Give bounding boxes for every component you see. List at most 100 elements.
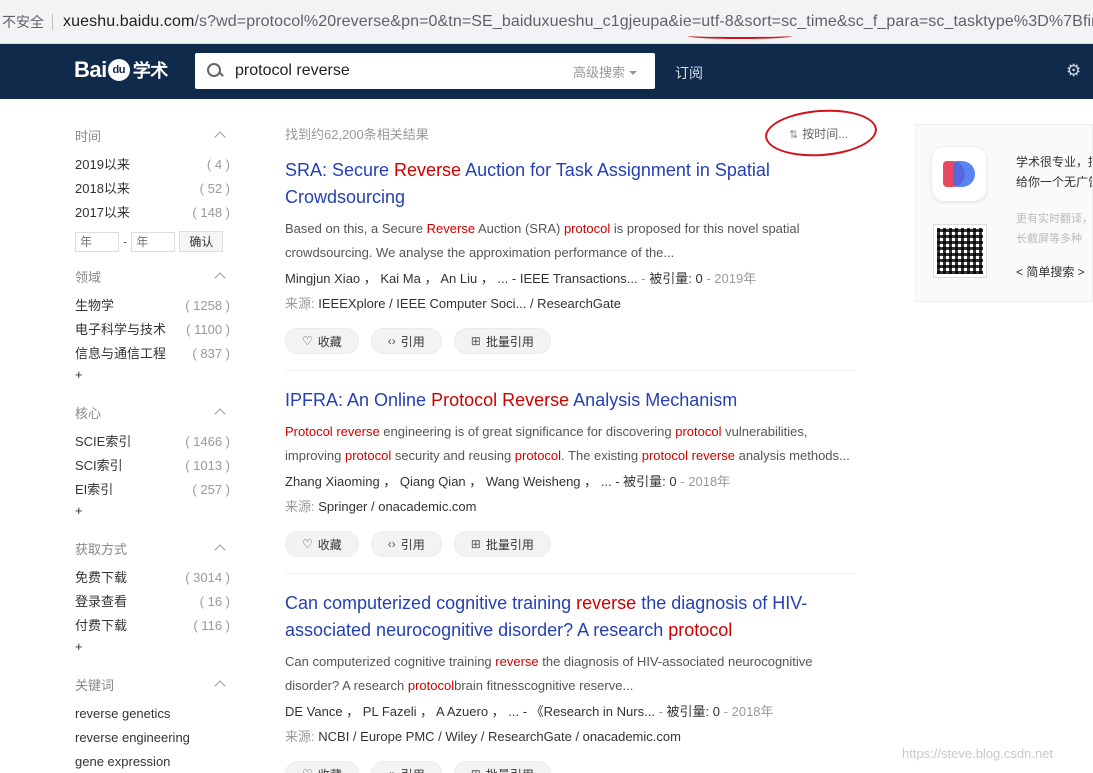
result-authors[interactable]: Zhang Xiaoming ， Qiang Qian ， Wang Weish… <box>285 474 620 489</box>
source-links[interactable]: NCBI / Europe PMC / Wiley / ResearchGate… <box>318 729 681 744</box>
filter-label: 电子科学与技术 <box>75 322 167 337</box>
chevron-up-icon[interactable] <box>214 544 226 556</box>
keyword-highlight: protocol <box>514 448 562 463</box>
filter-sidebar: 时间 2019以来 ( 4 ) 2018以来 ( 52 ) 2017以来 ( 148 … <box>75 125 230 773</box>
result-venue[interactable]: IEEE Transactions... <box>520 271 638 286</box>
year-to-input[interactable] <box>131 231 176 252</box>
filter-item[interactable]: 付费下载 ( 116 ) <box>75 614 230 638</box>
section-title-text: 获取方式 <box>75 541 128 557</box>
folder-plus-icon: ⊞ <box>471 767 481 773</box>
expand-more-button[interactable]: + <box>75 502 230 524</box>
section-title-text: 核心 <box>75 405 102 421</box>
keyword-highlight: Reverse <box>426 221 476 236</box>
url-text[interactable]: xueshu.baidu.com/s?wd=protocol%20reverse… <box>63 13 1093 31</box>
filter-item[interactable]: 电子科学与技术 ( 1100 ) <box>75 318 230 342</box>
filter-label: 2019以来 <box>75 157 130 172</box>
keyword-item[interactable]: reverse genetics <box>75 702 230 726</box>
cited-count[interactable]: 0 <box>669 474 676 489</box>
chevron-up-icon[interactable] <box>214 408 226 420</box>
filter-item[interactable]: 信息与通信工程 ( 837 ) <box>75 342 230 366</box>
filter-item[interactable]: SCI索引 ( 1013 ) <box>75 454 230 478</box>
filter-label: SCI索引 <box>75 458 123 473</box>
keyword-highlight: protocol <box>563 221 611 236</box>
filter-item[interactable]: EI索引 ( 257 ) <box>75 478 230 502</box>
annotation-circle <box>763 106 879 160</box>
filter-time: 时间 2019以来 ( 4 ) 2018以来 ( 52 ) 2017以来 ( 148 … <box>75 125 230 252</box>
filter-count: ( 257 ) <box>192 482 230 497</box>
text-segment: . The existing <box>561 448 642 463</box>
gear-icon[interactable]: ⚙ <box>1066 62 1082 79</box>
filter-item[interactable]: 免费下载 ( 3014 ) <box>75 566 230 590</box>
filter-label: 2017以来 <box>75 205 130 220</box>
keyword-highlight: Protocol <box>431 390 498 410</box>
filter-section-title[interactable]: 核心 <box>75 402 230 422</box>
batch-cite-button[interactable]: ⊞ 批量引用 <box>453 328 551 354</box>
filter-item[interactable]: 2018以来 ( 52 ) <box>75 177 230 201</box>
result-title[interactable]: IPFRA: An Online Protocol Reverse Analys… <box>285 387 855 414</box>
result-year: 2018年 <box>731 704 774 719</box>
filter-item[interactable]: 2017以来 ( 148 ) <box>75 201 230 225</box>
heart-icon: ♡ <box>302 767 313 773</box>
cited-count[interactable]: 0 <box>713 704 720 719</box>
insecure-label[interactable]: 不安全 <box>0 13 53 30</box>
result-actions: ♡ 收藏 ‹› 引用 ⊞ 批量引用 <box>285 531 855 557</box>
chevron-up-icon[interactable] <box>214 272 226 284</box>
filter-core: 核心 SCIE索引 ( 1466 ) SCI索引 ( 1013 ) EI索引 ( 25… <box>75 402 230 524</box>
source-links[interactable]: IEEEXplore / IEEE Computer Soci... / Res… <box>318 296 621 311</box>
baidu-xueshu-logo[interactable]: Bai du 学术 <box>74 57 168 83</box>
cite-button[interactable]: ‹› 引用 <box>370 328 442 354</box>
chevron-up-icon[interactable] <box>214 680 226 692</box>
subscribe-link[interactable]: 订阅 <box>675 63 703 83</box>
advanced-search-dropdown[interactable]: 高级搜索 <box>573 62 637 81</box>
result-authors[interactable]: DE Vance ， PL Fazeli ， A Azuero ， ... - <box>285 704 527 719</box>
result-year: 2018年 <box>688 474 731 489</box>
advanced-search-label: 高级搜索 <box>572 64 625 80</box>
cite-button[interactable]: ‹› 引用 <box>370 761 442 773</box>
cited-label: 被引量: <box>666 704 710 719</box>
collect-button[interactable]: ♡ 收藏 <box>285 328 359 354</box>
keyword-highlight: Reverse <box>394 160 462 180</box>
keyword-item[interactable]: gene expression <box>75 750 230 773</box>
batch-cite-button[interactable]: ⊞ 批量引用 <box>453 761 551 773</box>
result-authors[interactable]: Mingjun Xiao ， Kai Ma ， An Liu ， ... - <box>285 271 516 286</box>
filter-section-title[interactable]: 领域 <box>75 266 230 286</box>
meta-sep: - <box>641 271 646 286</box>
expand-more-button[interactable]: + <box>75 638 230 660</box>
filter-section-title[interactable]: 时间 <box>75 125 230 145</box>
text-segment: engineering is of great significance for… <box>379 424 676 439</box>
app-icon[interactable] <box>932 147 986 201</box>
filter-item[interactable]: 2019以来 ( 4 ) <box>75 153 230 177</box>
promo-line: 学术很专业，提 <box>1016 155 1093 169</box>
year-from-input[interactable] <box>75 231 119 252</box>
search-icon[interactable] <box>207 63 223 79</box>
filter-label: 生物学 <box>75 298 115 313</box>
filter-section-title[interactable]: 关键词 <box>75 674 230 694</box>
cite-button[interactable]: ‹› 引用 <box>370 531 442 557</box>
filter-item[interactable]: 生物学 ( 1258 ) <box>75 294 230 318</box>
source-links[interactable]: Springer / onacademic.com <box>318 499 476 514</box>
paw-icon: du <box>107 59 130 81</box>
result-title[interactable]: SRA: Secure Reverse Auction for Task Ass… <box>285 157 855 211</box>
result-meta: DE Vance ， PL Fazeli ， A Azuero ， ... - … <box>285 700 855 724</box>
keyword-item[interactable]: reverse engineering <box>75 726 230 750</box>
browser-address-bar[interactable]: 不安全 xueshu.baidu.com/s?wd=protocol%20rev… <box>0 0 1093 44</box>
simple-search-link[interactable]: < 简单搜索 > <box>1016 263 1085 280</box>
cited-count[interactable]: 0 <box>695 271 702 286</box>
result-venue[interactable]: 《Research in Nurs... <box>531 704 655 719</box>
qr-code-icon <box>933 224 987 278</box>
expand-more-button[interactable]: + <box>75 366 230 388</box>
result-title[interactable]: Can computerized cognitive training reve… <box>285 590 855 644</box>
annotation-underline <box>688 33 792 39</box>
filter-item[interactable]: SCIE索引 ( 1466 ) <box>75 430 230 454</box>
confirm-button[interactable]: 确认 <box>179 231 224 252</box>
btn-label: 批量引用 <box>485 334 534 349</box>
search-input[interactable] <box>235 62 565 80</box>
filter-section-title[interactable]: 获取方式 <box>75 538 230 558</box>
filter-count: ( 4 ) <box>206 157 230 172</box>
filter-item[interactable]: 登录查看 ( 16 ) <box>75 590 230 614</box>
collect-button[interactable]: ♡ 收藏 <box>285 761 359 773</box>
collect-button[interactable]: ♡ 收藏 <box>285 531 359 557</box>
filter-count: ( 1013 ) <box>185 458 230 473</box>
chevron-up-icon[interactable] <box>214 131 226 143</box>
batch-cite-button[interactable]: ⊞ 批量引用 <box>453 531 551 557</box>
